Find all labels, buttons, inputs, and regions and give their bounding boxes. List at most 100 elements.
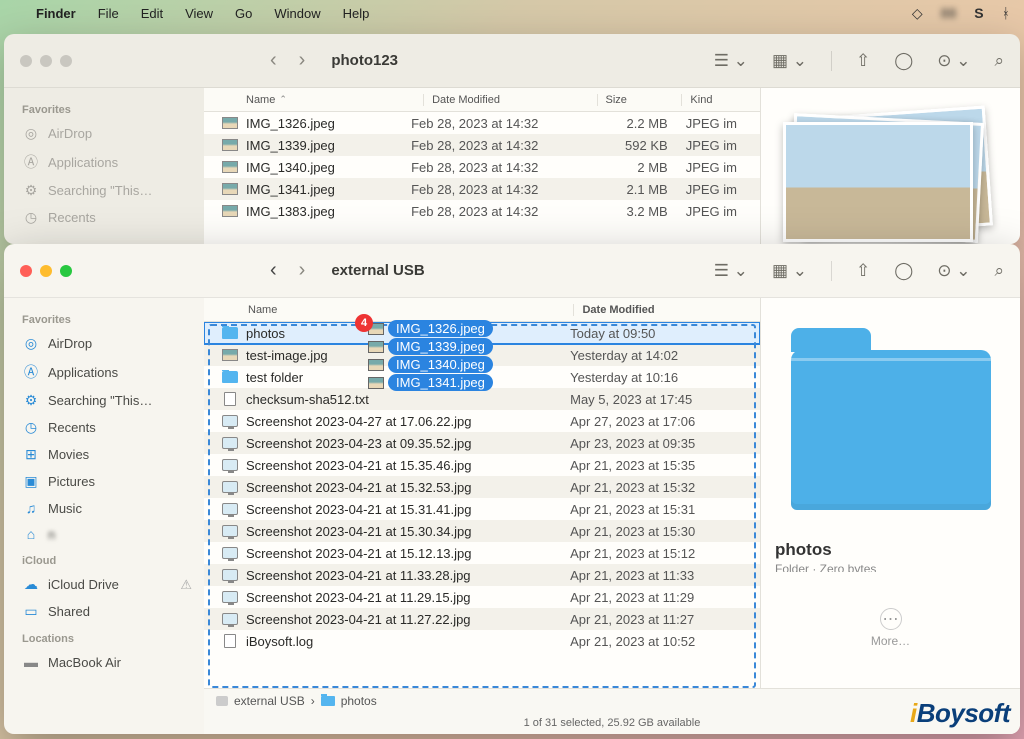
sidebar-item-icloud-drive[interactable]: ☁iCloud Drive⚠ [16,571,198,598]
traffic-lights[interactable] [20,265,72,277]
menu-go[interactable]: Go [235,6,252,21]
image-thumb-icon [222,161,238,173]
file-row[interactable]: Screenshot 2023-04-21 at 15.32.53.jpgApr… [204,476,760,498]
drag-item: IMG_1339.jpeg [368,338,493,355]
sidebar-item-macbook[interactable]: ▬MacBook Air [16,649,198,675]
col-date[interactable]: Date Modified [423,94,596,106]
file-row[interactable]: IMG_1340.jpegFeb 28, 2023 at 14:322 MBJP… [204,156,760,178]
sidebar-item-searching[interactable]: ⚙ Searching "This… [16,387,198,414]
sidebar-label: iCloud Drive [48,577,119,592]
drag-item: IMG_1340.jpeg [368,356,493,373]
column-headers-back[interactable]: Name ⌃ Date Modified Size Kind [204,88,760,112]
screenshot-icon [222,459,238,471]
preview-more[interactable]: ⋯ More… [871,608,910,648]
menu-window[interactable]: Window [274,6,320,21]
sidebar-item-airdrop[interactable]: ◎AirDrop [16,330,198,357]
group-icon[interactable]: ▦ ⌄ [772,51,807,71]
column-headers-front[interactable]: Name Date Modified [204,298,760,322]
col-date[interactable]: Date Modified [573,304,760,316]
sidebar-item-pictures[interactable]: ▣Pictures [16,468,198,495]
iboysoft-watermark: iiBoysoftBoysoft [910,698,1010,729]
path-drive[interactable]: external USB [234,694,305,708]
menu-help[interactable]: Help [343,6,370,21]
view-list-icon[interactable]: ☰ ⌄ [714,51,748,71]
gear-icon: ⚙ [22,392,40,409]
screenshot-icon [222,437,238,449]
close-icon[interactable] [20,265,32,277]
letter-s-icon[interactable]: S [974,5,983,21]
folder-icon [222,371,238,383]
tag-icon[interactable]: ◯ [894,51,913,71]
film-icon: ⊞ [22,446,40,463]
nav-back-icon[interactable]: ‹ [270,49,277,72]
sidebar-item-shared[interactable]: ▭Shared [16,598,198,625]
image-thumb-icon [222,139,238,151]
sidebar-item-applications[interactable]: ⒶApplications [16,147,198,177]
file-row[interactable]: Screenshot 2023-04-23 at 09.35.52.jpgApr… [204,432,760,454]
sidebar-item-recents[interactable]: ◷Recents [16,204,198,231]
col-name[interactable]: Name [246,94,275,106]
file-row[interactable]: IMG_1339.jpegFeb 28, 2023 at 14:32592 KB… [204,134,760,156]
col-name[interactable]: Name [248,304,573,316]
sidebar-item-applications[interactable]: ⒶApplications [16,357,198,387]
action-icon[interactable]: ⊙ ⌄ [937,51,970,71]
group-icon[interactable]: ▦ ⌄ [772,261,807,281]
file-row[interactable]: Screenshot 2023-04-21 at 15.31.41.jpgApr… [204,498,760,520]
share-icon[interactable]: ⇧ [856,261,870,281]
sidebar-item-airdrop[interactable]: ◎AirDrop [16,120,198,147]
file-row[interactable]: Screenshot 2023-04-21 at 11.29.15.jpgApr… [204,586,760,608]
image-thumb-icon [222,117,238,129]
file-row[interactable]: IMG_1341.jpegFeb 28, 2023 at 14:322.1 MB… [204,178,760,200]
file-row[interactable]: Screenshot 2023-04-21 at 15.30.34.jpgApr… [204,520,760,542]
file-row[interactable]: IMG_1326.jpegFeb 28, 2023 at 14:322.2 MB… [204,112,760,134]
view-list-icon[interactable]: ☰ ⌄ [714,261,748,281]
file-row[interactable]: Screenshot 2023-04-21 at 11.27.22.jpgApr… [204,608,760,630]
stack-icon[interactable]: ◇ [912,5,923,22]
path-folder[interactable]: photos [341,694,377,708]
search-icon[interactable]: ⌕ [994,51,1004,71]
minimize-icon[interactable] [40,265,52,277]
nav-forward-icon[interactable]: › [299,259,306,282]
file-row[interactable]: Screenshot 2023-04-27 at 17.06.22.jpgApr… [204,410,760,432]
menu-view[interactable]: View [185,6,213,21]
sidebar-hdr-icloud: iCloud [22,555,198,567]
file-row[interactable]: iBoysoft.logApr 21, 2023 at 10:52 [204,630,760,652]
menu-file[interactable]: File [98,6,119,21]
maximize-icon[interactable] [60,265,72,277]
tag-icon[interactable]: ◯ [894,261,913,281]
sidebar-item-music[interactable]: ♫Music [16,495,198,521]
cloud-icon: ☁ [22,576,40,593]
folder-icon [321,696,335,706]
bluetooth-icon[interactable]: ᚼ [1002,5,1010,21]
image-thumb-icon [222,349,238,361]
sidebar-label: AirDrop [48,126,92,141]
path-bar[interactable]: external USB › photos [204,688,1020,712]
sidebar-item-recents[interactable]: ◷Recents [16,414,198,441]
window-title-front: external USB [331,262,424,279]
nav-forward-icon[interactable]: › [299,49,306,72]
sidebar-item-searching[interactable]: ⚙Searching "This… [16,177,198,204]
menu-edit[interactable]: Edit [141,6,163,21]
preview-photo-stack [781,112,1001,242]
folder-preview-icon [791,350,991,510]
nav-back-icon[interactable]: ‹ [270,259,277,282]
sidebar-item-movies[interactable]: ⊞Movies [16,441,198,468]
sidebar-item-home[interactable]: ⌂ n [16,521,198,547]
search-icon[interactable]: ⌕ [994,261,1004,281]
file-row[interactable]: IMG_1383.jpegFeb 28, 2023 at 14:323.2 MB… [204,200,760,222]
file-row[interactable]: Screenshot 2023-04-21 at 15.12.13.jpgApr… [204,542,760,564]
screenshot-icon [222,415,238,427]
file-row[interactable]: Screenshot 2023-04-21 at 11.33.28.jpgApr… [204,564,760,586]
action-icon[interactable]: ⊙ ⌄ [937,261,970,281]
sidebar-label: Searching "This… [48,393,152,408]
col-kind[interactable]: Kind [681,94,760,106]
screenshot-icon [222,547,238,559]
image-thumb-icon [222,205,238,217]
clock-icon: ◷ [22,209,40,226]
col-size[interactable]: Size [597,94,682,106]
menubar-app[interactable]: Finder [36,6,76,21]
drive-icon [216,696,228,706]
share-icon[interactable]: ⇧ [856,51,870,71]
file-row[interactable]: Screenshot 2023-04-21 at 15.35.46.jpgApr… [204,454,760,476]
traffic-lights-inactive[interactable] [20,55,72,67]
